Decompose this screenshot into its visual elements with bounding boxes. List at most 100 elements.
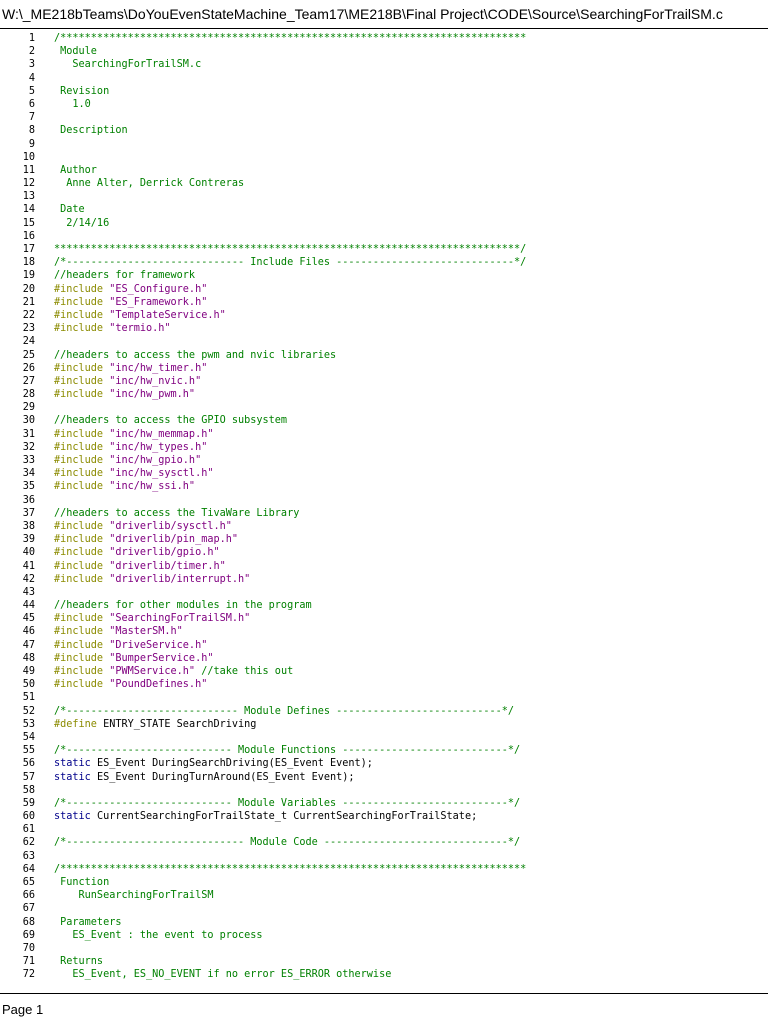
line-text: #include "PoundDefines.h" <box>54 678 207 691</box>
code-line: 39 #include "driverlib/pin_map.h" <box>0 533 768 546</box>
code-line: 26 #include "inc/hw_timer.h" <box>0 362 768 375</box>
code-token: static <box>54 771 97 783</box>
code-line: 4 <box>0 72 768 85</box>
code-token: "driverlib/timer.h" <box>109 560 226 572</box>
code-token: #include <box>54 283 110 295</box>
code-token: //headers to access the TivaWare Library <box>54 507 300 519</box>
code-line: 46 #include "MasterSM.h" <box>0 625 768 638</box>
code-line: 65 Function <box>0 876 768 889</box>
line-text: #define ENTRY_STATE SearchDriving <box>54 718 256 731</box>
code-line: 13 <box>0 190 768 203</box>
code-line: 60 static CurrentSearchingForTrailState_t… <box>0 810 768 823</box>
code-token: //headers for other modules in the progr… <box>54 600 312 612</box>
code-token: Function <box>54 877 110 888</box>
code-token: SearchingForTrailSM.c <box>54 59 202 71</box>
code-line: 45 #include "SearchingForTrailSM.h" <box>0 612 768 625</box>
line-number: 46 <box>22 626 35 638</box>
code-line: 44 //headers for other modules in the pro… <box>0 599 768 612</box>
code-token: "DriveService.h" <box>109 639 208 651</box>
line-number: 17 <box>22 244 35 255</box>
code-token: /*--------------------------- Module Var… <box>54 797 521 809</box>
code-token: #include <box>54 520 110 532</box>
code-token: #include <box>54 639 110 651</box>
code-line: 70 <box>0 942 768 955</box>
line-number: 7 <box>28 112 35 124</box>
code-line: 43 <box>0 586 768 599</box>
code-token: /*----------------------------- Module C… <box>54 837 521 849</box>
code-token: #include <box>54 309 110 321</box>
code-token: RunSearchingForTrailSM <box>54 890 214 902</box>
line-number: 52 <box>22 705 35 717</box>
code-line: 56 static ES_Event DuringSearchDriving(ES… <box>0 757 768 770</box>
line-text: Description <box>54 124 127 137</box>
code-token: Parameters <box>54 916 122 928</box>
line-number: 22 <box>22 309 35 321</box>
code-line: 47 #include "DriveService.h" <box>0 639 768 652</box>
line-number: 40 <box>22 547 35 559</box>
line-number: 70 <box>22 942 35 954</box>
line-number: 39 <box>22 534 35 546</box>
code-line: 34 #include "inc/hw_sysctl.h" <box>0 467 768 480</box>
code-token: "inc/hw_timer.h" <box>109 362 208 374</box>
line-number: 55 <box>22 745 35 757</box>
code-token: ES_Event DuringSearchDriving(ES_Event Ev… <box>96 758 373 770</box>
code-token: Author <box>54 164 97 176</box>
code-token: "MasterSM.h" <box>109 626 183 638</box>
line-text: //headers to access the pwm and nvic lib… <box>54 349 336 362</box>
code-token: "BumperService.h" <box>109 652 214 664</box>
code-token: "inc/hw_memmap.h" <box>109 428 214 440</box>
code-line: 63 <box>0 850 768 863</box>
code-line: 31 #include "inc/hw_memmap.h" <box>0 428 768 441</box>
code-line: 11 Author <box>0 164 768 177</box>
code-line: 54 <box>0 731 768 744</box>
line-number: 19 <box>22 270 35 282</box>
code-line: 36 <box>0 494 768 507</box>
line-text: /*----------------------------- Module C… <box>54 836 520 849</box>
line-number: 10 <box>22 151 35 163</box>
code-token: #include <box>54 362 110 374</box>
line-number: 35 <box>22 481 35 493</box>
code-token: "inc/hw_sysctl.h" <box>109 468 214 480</box>
line-number: 27 <box>22 375 35 387</box>
code-token: #include <box>54 666 110 677</box>
code-token: Date <box>54 204 85 216</box>
code-token: "driverlib/sysctl.h" <box>109 520 232 532</box>
code-token: //headers to access the pwm and nvic lib… <box>54 349 337 361</box>
line-text: Function <box>54 876 109 889</box>
line-number: 21 <box>22 296 35 308</box>
line-number: 18 <box>22 257 35 269</box>
code-token: ES_Event DuringTurnAround(ES_Event Event… <box>96 771 355 783</box>
line-number: 47 <box>22 639 35 651</box>
code-token: //headers for framework <box>54 270 196 282</box>
line-number: 43 <box>22 586 35 598</box>
line-number: 2 <box>28 46 35 58</box>
line-text: #include "driverlib/timer.h" <box>54 560 226 573</box>
line-number: 4 <box>28 72 35 84</box>
line-number: 59 <box>22 797 35 809</box>
line-text: #include "BumperService.h" <box>54 652 213 665</box>
line-number: 32 <box>22 441 35 453</box>
code-line: 1 /**************************************… <box>0 32 768 45</box>
line-text: ****************************************… <box>54 243 526 256</box>
line-number: 26 <box>22 362 35 374</box>
code-token: /*----------------------------- Include … <box>54 257 527 269</box>
code-line: 7 <box>0 111 768 124</box>
code-token: ENTRY_STATE SearchDriving <box>103 718 257 730</box>
code-token: "inc/hw_ssi.h" <box>109 481 196 493</box>
line-text: /*--------------------------- Module Fun… <box>54 744 520 757</box>
line-number: 57 <box>22 771 35 783</box>
line-number: 29 <box>22 402 35 414</box>
code-token: "driverlib/gpio.h" <box>109 547 220 559</box>
file-path-header: W:\_ME218bTeams\DoYouEvenStateMachine_Te… <box>2 6 723 22</box>
code-line: 71 Returns <box>0 955 768 968</box>
code-line: 3 SearchingForTrailSM.c <box>0 58 768 71</box>
code-listing: 1 /**************************************… <box>0 32 768 982</box>
line-text: #include "inc/hw_gpio.h" <box>54 454 201 467</box>
line-number: 33 <box>22 455 35 466</box>
line-number: 8 <box>28 125 35 137</box>
code-token: #include <box>54 323 110 335</box>
code-line: 2 Module <box>0 45 768 58</box>
line-number: 62 <box>22 837 35 849</box>
line-number: 15 <box>22 217 35 229</box>
code-line: 55 /*--------------------------- Module F… <box>0 744 768 757</box>
